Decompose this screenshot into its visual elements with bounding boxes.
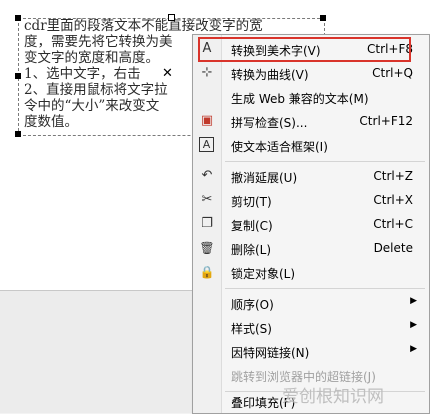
selection-handle-tl[interactable] <box>15 15 21 21</box>
menu-item-order[interactable]: 顺序(O) ▶ <box>193 292 429 314</box>
menu-item-convert-to-curves[interactable]: ⊹ 转换为曲线(V) Ctrl+Q <box>193 62 429 84</box>
selection-handle-bl[interactable] <box>15 131 21 137</box>
context-menu: A 转换到美术字(V) Ctrl+F8 ⊹ 转换为曲线(V) Ctrl+Q 生成… <box>192 34 430 414</box>
submenu-arrow-icon: ▶ <box>410 296 417 306</box>
selection-handle-left[interactable] <box>15 73 21 79</box>
watermark-text: 爱创根知识网 <box>282 387 384 407</box>
menu-item-cut[interactable]: ✂ 剪切(T) Ctrl+X <box>193 189 429 211</box>
menu-item-internet-links[interactable]: 因特网链接(N) ▶ <box>193 340 429 362</box>
center-x-mark: ✕ <box>162 66 173 81</box>
menu-item-spell-check[interactable]: ▣ 拼写检查(S)... Ctrl+F12 <box>193 110 429 132</box>
undo-icon: ↶ <box>201 168 213 183</box>
submenu-arrow-icon: ▶ <box>410 320 417 330</box>
menu-item-lock-object[interactable]: 🔒 锁定对象(L) <box>193 261 429 283</box>
menu-item-copy[interactable]: ❐ 复制(C) Ctrl+C <box>193 213 429 235</box>
copy-icon: ❐ <box>201 216 213 231</box>
selection-handle-top[interactable] <box>168 14 175 21</box>
menu-separator <box>225 288 425 289</box>
lock-icon: 🔒 <box>199 265 215 279</box>
trash-icon: 🗑 <box>199 241 215 255</box>
menu-item-undo-stretch[interactable]: ↶ 撤消延展(U) Ctrl+Z <box>193 165 429 187</box>
menu-item-fit-text-to-frame[interactable]: A 使文本适合框架(I) <box>193 134 429 156</box>
menu-item-styles[interactable]: 样式(S) ▶ <box>193 316 429 338</box>
scissors-icon: ✂ <box>201 192 213 207</box>
menu-separator <box>225 161 425 162</box>
menu-item-delete[interactable]: 🗑 删除(L) Delete <box>193 237 429 259</box>
submenu-arrow-icon: ▶ <box>410 344 417 354</box>
curve-icon: ⊹ <box>201 65 213 80</box>
selection-handle-tr[interactable] <box>320 15 326 21</box>
menu-item-web-compatible-text[interactable]: 生成 Web 兼容的文本(M) <box>193 86 429 108</box>
fit-text-frame-icon: A <box>199 137 214 152</box>
highlight-box <box>198 37 411 62</box>
spellcheck-icon: ▣ <box>200 113 214 128</box>
